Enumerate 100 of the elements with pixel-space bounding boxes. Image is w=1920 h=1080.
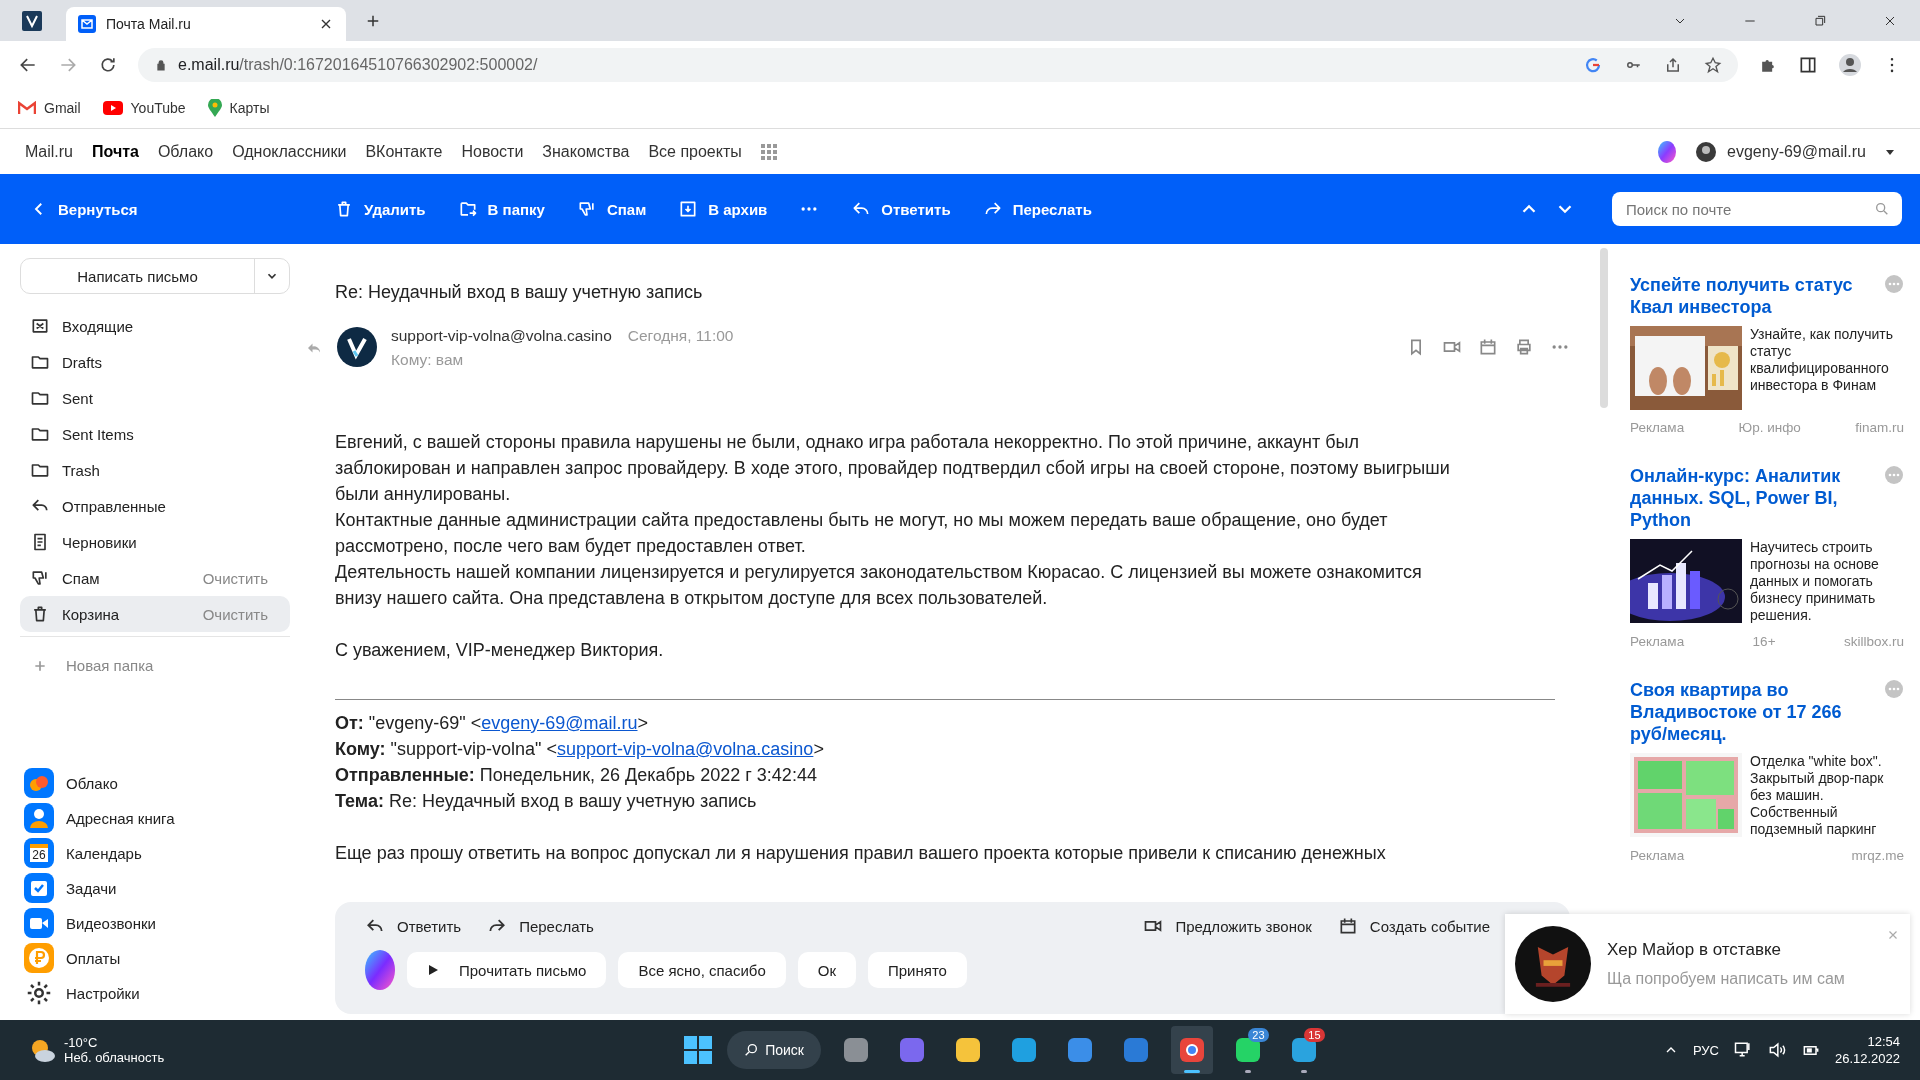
app-link[interactable]: Настройки xyxy=(20,978,290,1008)
toolbar-button[interactable]: Удалить xyxy=(334,193,426,225)
profile-icon[interactable] xyxy=(1838,52,1862,77)
notification-badge: 23 xyxy=(1248,1028,1269,1042)
folder-item[interactable]: Sent Items xyxy=(20,416,290,452)
ad-meta-text: Реклама xyxy=(1630,634,1685,649)
taskbar-app[interactable]: 23 xyxy=(1226,1026,1269,1074)
folder-item[interactable]: Trash xyxy=(20,452,290,488)
url-text: e.mail.ru/trash/0:16720164510766302902:500002/ xyxy=(178,55,538,74)
app-link[interactable]: 26 Календарь xyxy=(20,838,290,868)
ad-meta-text: mrqz.me xyxy=(1851,848,1904,863)
cloud-icon xyxy=(24,768,54,798)
app-link[interactable]: Облако xyxy=(20,768,290,798)
browser-tab[interactable]: Почта Mail.ru xyxy=(66,7,346,41)
back-button[interactable]: Вернуться xyxy=(30,194,320,224)
compose-button[interactable]: Написать письмо xyxy=(20,258,290,294)
toolbar-button[interactable]: Спам xyxy=(576,193,647,225)
quick-reply-button[interactable]: Прочитать письмо xyxy=(407,952,607,988)
email-subject: Re: Неудачный вход в вашу учетную запись xyxy=(335,282,704,303)
account-menu[interactable]: evgeny-69@mail.ru xyxy=(1727,142,1866,161)
apps-grid-icon[interactable] xyxy=(760,143,777,160)
toolbar-button[interactable]: Переслать xyxy=(982,193,1092,225)
recipient-text: Кому: вам xyxy=(391,351,465,369)
ad-description: Научитесь строить прогнозы на основе данных и помогать бизнесу принимать решения. xyxy=(1750,539,1880,624)
folder-item[interactable]: Корзина Очистить xyxy=(20,596,290,632)
email-paragraph: Контактные данные администрации сайта предоставлены быть не могут, но мы можем передать ваше обращение, оно будет рассмотрено, после чего вам будет предоставлен ответ. xyxy=(335,509,1389,558)
language-indicator[interactable]: РУС xyxy=(1692,1042,1719,1058)
ad-title[interactable]: Своя квартира во Владивостоке от 17 266 руб/месяц. xyxy=(1630,679,1876,745)
folder-item[interactable]: Sent xyxy=(20,380,290,416)
taskbar-app[interactable] xyxy=(1170,1026,1213,1074)
clear-link[interactable]: Очистить xyxy=(202,569,280,587)
new-folder-button[interactable]: Новая папка xyxy=(20,647,290,684)
portal-link[interactable]: Все проекты xyxy=(648,142,742,161)
download-icon xyxy=(678,199,699,219)
ad-title[interactable]: Успейте получить статус Квал инвестора xyxy=(1630,274,1876,318)
taskbar-app[interactable]: 15 xyxy=(1282,1026,1325,1074)
app-link[interactable]: Оплаты xyxy=(20,943,290,973)
email-link[interactable]: support-vip-volna@volna.casino xyxy=(556,739,814,759)
google-icon[interactable] xyxy=(1584,55,1602,74)
bookmark-link[interactable]: Gmail xyxy=(18,100,81,116)
network-icon[interactable] xyxy=(1732,1040,1753,1060)
bookmark-link[interactable]: YouTube xyxy=(102,100,186,116)
portal-link[interactable]: Одноклассники xyxy=(232,142,347,161)
start-icon[interactable] xyxy=(682,1035,713,1065)
folder-item[interactable]: Входящие xyxy=(20,308,290,344)
reply-action-button[interactable]: Предложить звонок xyxy=(1143,912,1312,940)
lock-icon xyxy=(154,57,168,72)
portal-link[interactable]: Mail.ru xyxy=(25,142,73,161)
toolbar-button[interactable]: В архив xyxy=(678,193,768,225)
app-link[interactable]: Адресная книга xyxy=(20,803,290,833)
reply-action-button[interactable]: Создать событие xyxy=(1337,912,1490,940)
search-field[interactable]: Поиск по почте xyxy=(1612,192,1902,226)
toolbar-button[interactable]: Ответить xyxy=(851,193,951,225)
play-icon xyxy=(102,101,123,115)
print-icon[interactable] xyxy=(1514,337,1534,357)
clock[interactable]: 12:54 26.12.2022 xyxy=(1834,1034,1900,1066)
calendar-icon[interactable] xyxy=(1478,337,1498,357)
bookmark-link[interactable]: Карты xyxy=(207,99,270,117)
scrollbar[interactable] xyxy=(1600,248,1608,408)
portal-link[interactable]: ВКонтакте xyxy=(365,142,443,161)
weather-widget[interactable]: -10°C Неб. облачность xyxy=(28,1035,165,1065)
search-icon[interactable] xyxy=(1874,201,1890,217)
portal-link[interactable]: Новости xyxy=(461,142,524,161)
notification-title: Хер Майор в отставке xyxy=(1607,940,1782,960)
email-link[interactable]: evgeny-69@mail.ru xyxy=(481,713,638,733)
folder-item[interactable]: Спам Очистить xyxy=(20,560,290,596)
star-icon[interactable] xyxy=(1704,55,1722,74)
app-link[interactable]: Видеозвонки xyxy=(20,908,290,938)
address-bar[interactable]: e.mail.ru/trash/0:16720164510766302902:500002/ xyxy=(138,47,1738,82)
portal-link[interactable]: Почта xyxy=(92,142,139,161)
quote-header-line: Отправленные: Понедельник, 26 Декабрь 2022 г 3:42:44 xyxy=(335,764,818,787)
reply-action-button[interactable]: Переслать xyxy=(487,912,594,940)
ad-title[interactable]: Онлайн-курс: Аналитик данных. SQL, Power BI, Python xyxy=(1630,465,1876,531)
sender-address[interactable]: support-vip-volna@volna.casino xyxy=(391,327,612,345)
taskbar-search[interactable]: Поиск xyxy=(726,1031,821,1069)
portal-link[interactable]: Облако xyxy=(157,142,214,161)
quick-reply-button[interactable]: Все ясно, спасибо xyxy=(618,952,786,988)
assistant-icon[interactable] xyxy=(1657,140,1678,163)
toolbar-button[interactable]: В папку xyxy=(457,193,545,225)
checkbox-icon xyxy=(24,873,54,903)
ad-meta-text: Реклама xyxy=(1630,420,1685,435)
ad-meta-text: 16+ xyxy=(1752,634,1776,649)
quick-reply-button[interactable]: Принято xyxy=(868,952,967,988)
assistant-icon[interactable] xyxy=(365,950,395,990)
share-icon[interactable] xyxy=(1664,55,1682,74)
reply-action-button[interactable]: Ответить xyxy=(365,912,462,940)
notification-badge: 15 xyxy=(1304,1028,1325,1042)
folder-item[interactable]: Drafts xyxy=(20,344,290,380)
folder-item[interactable]: Черновики xyxy=(20,524,290,560)
notification-popup[interactable]: Хер Майор в отставке Ща попробуем написать им сам xyxy=(1505,914,1910,1014)
email-paragraph: Деятельность нашей компании лицензируется и регулируется законодательством Кюрасао. С лицензией вы можете ознакомится внизу нашего сайта. Она представлена в открытом доступе для всех пользователей. xyxy=(335,561,1423,610)
quoted-text: Еще раз прошу ответить на вопрос допускал ли я нарушения правил вашего проекта которые привели к списанию денежных xyxy=(335,842,1387,865)
avatar-icon[interactable] xyxy=(1696,141,1717,162)
app-link[interactable]: Задачи xyxy=(20,873,290,903)
portal-link[interactable]: Знакомства xyxy=(542,142,630,161)
ad-meta-text: Юр. инфо xyxy=(1738,420,1801,435)
folder-item[interactable]: Отправленные xyxy=(20,488,290,524)
ad-meta-text: finam.ru xyxy=(1855,420,1904,435)
person-icon xyxy=(24,803,54,833)
quick-reply-button[interactable]: Ок xyxy=(797,952,856,988)
